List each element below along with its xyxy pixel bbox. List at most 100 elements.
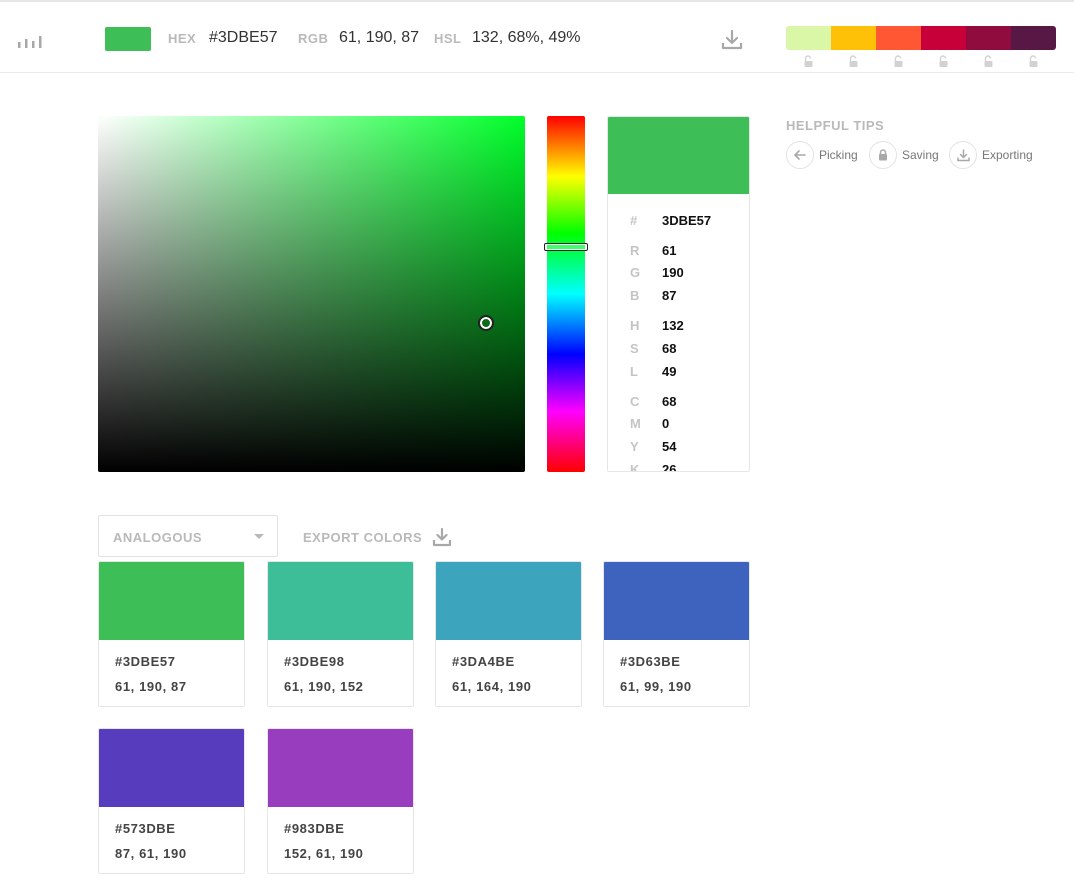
tip-saving[interactable]: Saving — [869, 141, 939, 169]
detail-value[interactable]: 3DBE57 — [662, 213, 711, 228]
color-swatch-card[interactable]: #3D63BE 61, 99, 190 — [603, 561, 750, 707]
color-swatch-card[interactable]: #983DBE 152, 61, 190 — [267, 728, 414, 874]
detail-key: Y — [630, 439, 639, 454]
unlock-icon[interactable] — [1028, 55, 1039, 68]
detail-value[interactable]: 0 — [662, 416, 669, 431]
chevron-down-icon — [254, 534, 264, 539]
swatch-color — [99, 562, 244, 640]
swatch-rgb: 61, 190, 87 — [115, 679, 187, 694]
detail-value[interactable]: 26 — [662, 462, 676, 471]
scheme-dropdown[interactable]: ANALOGOUS — [98, 515, 278, 557]
palette-color-6[interactable] — [1011, 26, 1056, 50]
tip-label: Saving — [902, 148, 939, 162]
hex-value[interactable]: #3DBE57 — [209, 29, 278, 47]
color-swatch-card[interactable]: #3DA4BE 61, 164, 190 — [435, 561, 582, 707]
palette-color-5[interactable] — [966, 26, 1011, 50]
detail-row: M0 — [630, 416, 669, 431]
detail-key: B — [630, 288, 640, 303]
rgb-value[interactable]: 61, 190, 87 — [339, 29, 419, 47]
download-icon — [433, 527, 452, 547]
detail-value[interactable]: 68 — [662, 341, 676, 356]
arrow-left-icon — [786, 141, 814, 169]
detail-value[interactable]: 54 — [662, 439, 676, 454]
swatch-color — [604, 562, 749, 640]
palette-lock-slot — [876, 55, 921, 69]
swatch-rgb: 152, 61, 190 — [284, 846, 364, 861]
hue-slider-handle[interactable] — [544, 243, 588, 251]
unlock-icon[interactable] — [803, 55, 814, 68]
palette-lock-slot — [966, 55, 1011, 69]
detail-key: S — [630, 341, 639, 356]
detail-value[interactable]: 49 — [662, 364, 676, 379]
export-colors-label: EXPORT COLORS — [303, 529, 423, 545]
tip-label: Picking — [819, 148, 858, 162]
detail-key: C — [630, 394, 640, 409]
export-colors-button[interactable]: EXPORT COLORS — [303, 527, 452, 547]
detail-key: R — [630, 243, 640, 258]
scheme-selected-label: ANALOGOUS — [113, 530, 202, 545]
detail-key: # — [630, 213, 638, 228]
unlock-icon[interactable] — [938, 55, 949, 68]
picker-handle[interactable] — [478, 315, 494, 331]
detail-row: C 68 — [630, 394, 676, 409]
swatch-hex: #3DBE57 — [115, 654, 176, 669]
bar-chart-icon[interactable] — [18, 32, 42, 48]
palette-lock-slot — [831, 55, 876, 69]
palette-lock-slot — [921, 55, 966, 69]
unlock-icon[interactable] — [848, 55, 859, 68]
unlock-icon[interactable] — [893, 55, 904, 68]
detail-value[interactable]: 87 — [662, 288, 676, 303]
hue-slider[interactable] — [547, 116, 585, 472]
palette-color-3[interactable] — [876, 26, 921, 50]
palette-lock-slot — [786, 55, 831, 69]
detail-row: Y 54 — [630, 439, 676, 454]
palette-lock-slot — [1011, 55, 1056, 69]
detail-row: K 26 — [630, 462, 676, 471]
swatch-color — [436, 562, 581, 640]
color-preview — [608, 117, 749, 194]
hsl-value[interactable]: 132, 68%, 49% — [472, 29, 581, 47]
swatch-hex: #3D63BE — [620, 654, 681, 669]
swatch-hex: #3DA4BE — [452, 654, 515, 669]
palette-color-4[interactable] — [921, 26, 966, 50]
detail-key: L — [630, 364, 638, 379]
detail-key: G — [630, 265, 641, 280]
detail-row: #3DBE57 — [630, 213, 711, 228]
color-swatch-card[interactable]: #3DBE98 61, 190, 152 — [267, 561, 414, 707]
color-swatch-card[interactable]: #3DBE57 61, 190, 87 — [98, 561, 245, 707]
palette-locks — [786, 55, 1056, 69]
palette-color-2[interactable] — [831, 26, 876, 50]
swatch-hex: #573DBE — [115, 821, 176, 836]
current-color-swatch — [105, 27, 151, 51]
detail-row: B 87 — [630, 288, 676, 303]
rgb-label: RGB — [298, 31, 329, 46]
detail-key: H — [630, 318, 640, 333]
detail-row: S 68 — [630, 341, 676, 356]
hsl-label: HSL — [434, 31, 462, 46]
detail-value[interactable]: 132 — [662, 318, 684, 333]
top-bar: HEX #3DBE57 RGB 61, 190, 87 HSL 132, 68%… — [0, 0, 1074, 73]
tip-picking[interactable]: Picking — [786, 141, 858, 169]
swatch-rgb: 87, 61, 190 — [115, 846, 187, 861]
swatch-rgb: 61, 164, 190 — [452, 679, 532, 694]
swatch-color — [268, 562, 413, 640]
detail-value[interactable]: 190 — [662, 265, 684, 280]
black-gradient — [98, 116, 525, 472]
unlock-icon[interactable] — [983, 55, 994, 68]
detail-value[interactable]: 61 — [662, 243, 676, 258]
detail-key: M — [630, 416, 641, 431]
swatch-hex: #983DBE — [284, 821, 345, 836]
download-icon — [949, 141, 977, 169]
swatch-color — [99, 729, 244, 807]
download-icon[interactable] — [721, 29, 743, 51]
tip-exporting[interactable]: Exporting — [949, 141, 1033, 169]
color-swatch-card[interactable]: #573DBE 87, 61, 190 — [98, 728, 245, 874]
palette-color-1[interactable] — [786, 26, 831, 50]
helpful-tips-title: HELPFUL TIPS — [786, 118, 885, 133]
swatch-rgb: 61, 190, 152 — [284, 679, 364, 694]
saturation-value-picker[interactable] — [98, 116, 525, 472]
lock-icon — [869, 141, 897, 169]
hex-label: HEX — [168, 31, 197, 46]
detail-value[interactable]: 68 — [662, 394, 676, 409]
swatch-color — [268, 729, 413, 807]
